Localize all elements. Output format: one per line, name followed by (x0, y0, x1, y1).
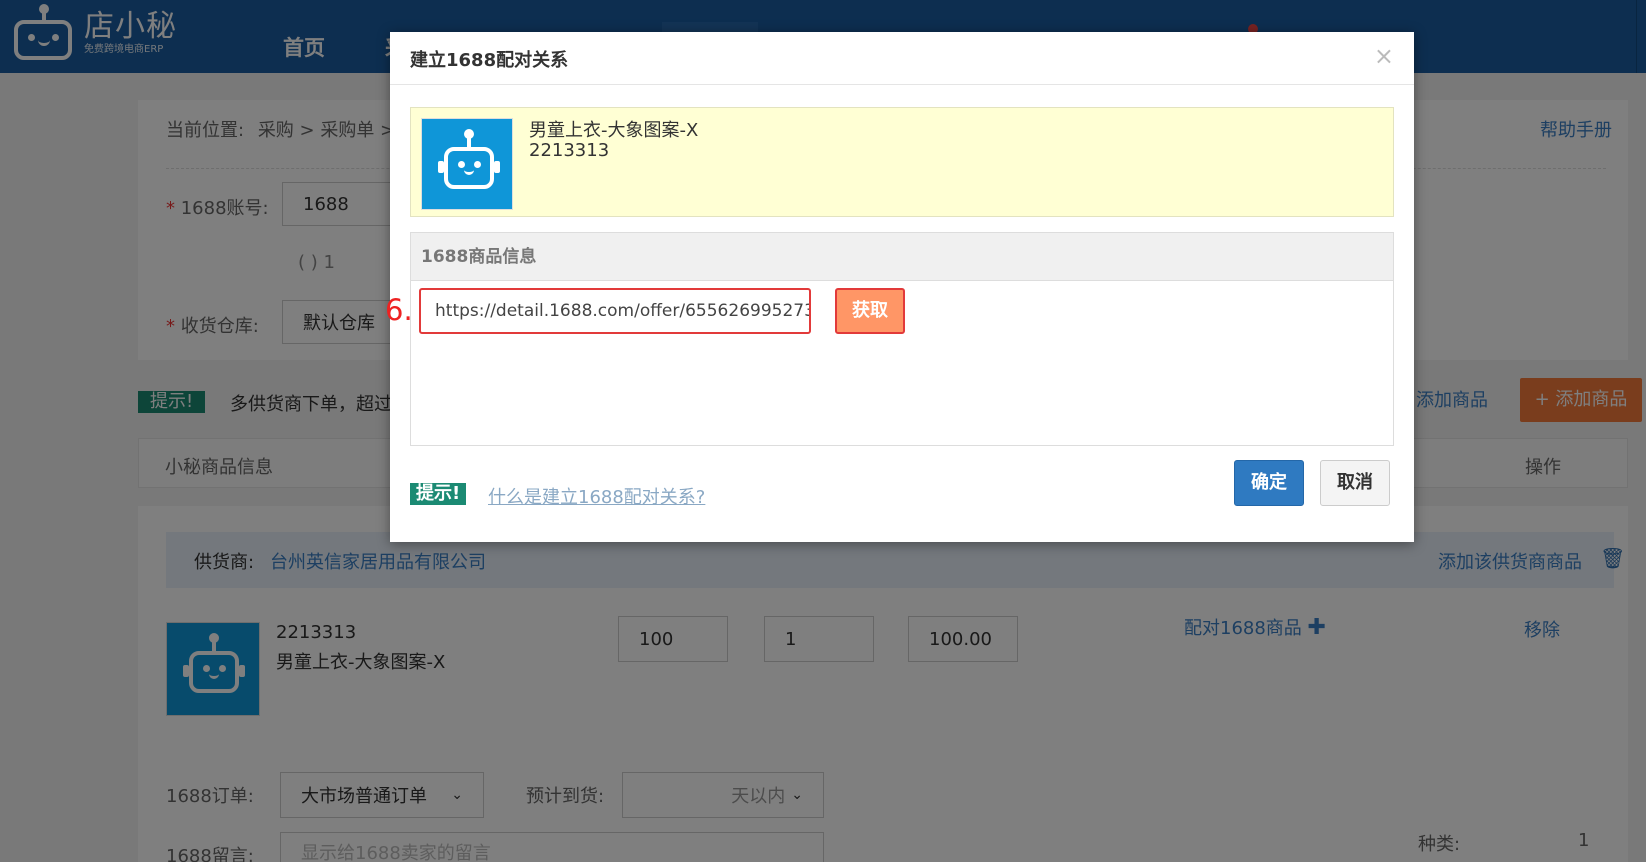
product-id: 2213313 (529, 140, 610, 161)
product-card: 男童上衣-大象图案-X 2213313 (410, 107, 1394, 217)
robot-thumb-icon (436, 129, 500, 201)
product-name: 男童上衣-大象图案-X (529, 120, 699, 141)
help-link[interactable]: 什么是建立1688配对关系? (488, 483, 705, 509)
close-icon[interactable]: × (1374, 42, 1394, 70)
section-title: 1688商品信息 (411, 233, 1393, 281)
product-info-box: 1688商品信息 https://detail.1688.com/offer/6… (410, 232, 1394, 446)
confirm-button[interactable]: 确定 (1234, 460, 1304, 506)
fetch-button[interactable]: 获取 (835, 288, 905, 334)
url-input[interactable]: https://detail.1688.com/offer/6556269952… (419, 288, 811, 334)
cancel-button[interactable]: 取消 (1320, 460, 1390, 506)
step-marker: 6. (385, 293, 413, 327)
match-1688-dialog: 建立1688配对关系 × 男童上衣-大象图案-X 2213313 1688商品信… (390, 32, 1414, 542)
dialog-tip-badge: 提示! (410, 483, 467, 505)
product-thumbnail (421, 118, 513, 210)
dialog-title: 建立1688配对关系 (410, 50, 569, 71)
